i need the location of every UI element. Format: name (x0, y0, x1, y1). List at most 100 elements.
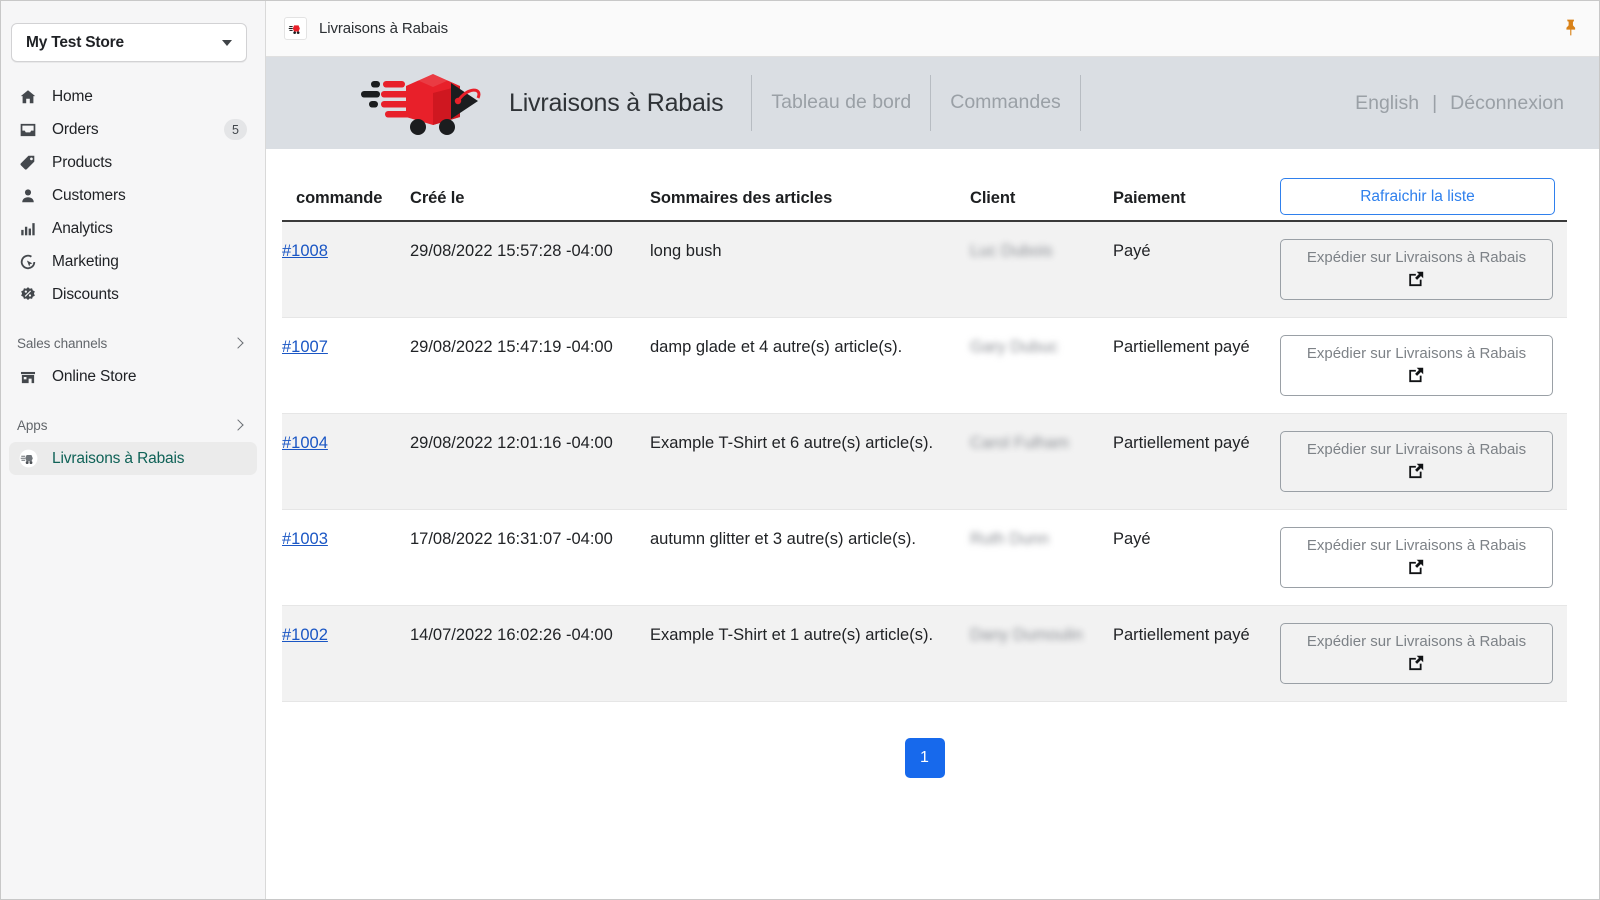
sidebar-item-label: Home (52, 87, 93, 105)
column-header-sommaires: Sommaires des articles (650, 177, 970, 222)
store-name: My Test Store (26, 33, 124, 51)
sidebar-item-products[interactable]: Products (9, 146, 257, 179)
refresh-list-button[interactable]: Rafraichir la liste (1280, 178, 1555, 215)
column-header-paiement: Paiement (1113, 177, 1280, 222)
embedded-app-bar: Livraisons à Rabais (266, 1, 1599, 57)
client-name-redacted: Luc Dubois (970, 242, 1053, 260)
cell-action: Expédier sur Livraisons à Rabais (1280, 317, 1567, 414)
pagination: 1 (282, 738, 1567, 778)
app-nav-commandes[interactable]: Commandes (930, 75, 1081, 131)
ship-order-button[interactable]: Expédier sur Livraisons à Rabais (1280, 527, 1553, 588)
store-icon (17, 366, 39, 388)
store-selector[interactable]: My Test Store (11, 23, 247, 62)
app-brand: Livraisons à Rabais (359, 67, 724, 139)
sidebar-item-home[interactable]: Home (9, 80, 257, 113)
cell-client: Carol Fulham (970, 413, 1113, 510)
app-nav: Tableau de bord Commandes (751, 75, 1081, 131)
language-switcher-link[interactable]: English (1355, 92, 1419, 115)
cell-client: Dany Dumoulin (970, 605, 1113, 702)
cell-items-summary: Example T-Shirt et 6 autre(s) article(s)… (650, 413, 970, 510)
order-link[interactable]: #1008 (282, 242, 328, 260)
sidebar-item-customers[interactable]: Customers (9, 179, 257, 212)
main-area: Livraisons à Rabais Livraisons à Rabais … (266, 1, 1599, 899)
sidebar-item-livraisons-a-rabais[interactable]: Livraisons à Rabais (9, 442, 257, 475)
ship-order-button[interactable]: Expédier sur Livraisons à Rabais (1280, 431, 1553, 492)
external-link-icon (1408, 654, 1425, 676)
orders-count-badge: 5 (224, 119, 247, 140)
sidebar-item-discounts[interactable]: Discounts (9, 278, 257, 311)
ship-order-button[interactable]: Expédier sur Livraisons à Rabais (1280, 335, 1553, 396)
external-link-icon (1408, 462, 1425, 484)
sidebar-item-marketing[interactable]: Marketing (9, 245, 257, 278)
app-nav-tableau-de-bord[interactable]: Tableau de bord (751, 75, 930, 131)
external-link-icon (1408, 558, 1425, 580)
ship-button-label: Expédier sur Livraisons à Rabais (1306, 632, 1527, 650)
external-link-icon (1408, 366, 1425, 388)
sidebar-item-label: Orders (52, 120, 99, 138)
app-window: My Test Store Home Orders 5 Products Cus… (0, 0, 1600, 900)
cell-created-at: 29/08/2022 15:57:28 -04:00 (410, 221, 650, 318)
pagination-page-1-button[interactable]: 1 (904, 738, 945, 778)
section-label: Sales channels (17, 335, 108, 351)
app-header-right: English | Déconnexion (1355, 92, 1569, 115)
client-name-redacted: Gary Dubuc (970, 338, 1059, 356)
sidebar-item-label: Online Store (52, 367, 137, 385)
sidebar-item-label: Analytics (52, 219, 113, 237)
analytics-icon (17, 218, 39, 240)
app-brand-name: Livraisons à Rabais (509, 88, 724, 117)
sidebar-item-analytics[interactable]: Analytics (9, 212, 257, 245)
cell-items-summary: damp glade et 4 autre(s) article(s). (650, 317, 970, 414)
table-row: #1003 17/08/2022 16:31:07 -04:00 autumn … (282, 509, 1567, 606)
sidebar-item-label: Products (52, 153, 112, 171)
logout-link[interactable]: Déconnexion (1450, 92, 1564, 115)
sidebar: My Test Store Home Orders 5 Products Cus… (1, 1, 266, 899)
ship-button-label: Expédier sur Livraisons à Rabais (1306, 248, 1527, 266)
cell-payment-status: Partiellement payé (1113, 317, 1280, 414)
ship-order-button[interactable]: Expédier sur Livraisons à Rabais (1280, 623, 1553, 684)
primary-nav: Home Orders 5 Products Customers Analyti… (1, 76, 265, 475)
chevron-right-icon (232, 419, 244, 431)
cell-action: Expédier sur Livraisons à Rabais (1280, 509, 1567, 606)
order-link[interactable]: #1004 (282, 434, 328, 452)
cell-created-at: 14/07/2022 16:02:26 -04:00 (410, 605, 650, 702)
table-header-row: commande Créé le Sommaires des articles … (282, 177, 1567, 222)
cell-items-summary: Example T-Shirt et 1 autre(s) article(s)… (650, 605, 970, 702)
cell-order-number: #1003 (282, 509, 410, 606)
ship-order-button[interactable]: Expédier sur Livraisons à Rabais (1280, 239, 1553, 300)
sidebar-item-label: Marketing (52, 252, 119, 270)
cell-action: Expédier sur Livraisons à Rabais (1280, 413, 1567, 510)
column-header-actions: Rafraichir la liste (1280, 177, 1567, 222)
cell-created-at: 17/08/2022 16:31:07 -04:00 (410, 509, 650, 606)
home-icon (17, 86, 39, 108)
chevron-down-icon (222, 39, 232, 46)
cell-action: Expédier sur Livraisons à Rabais (1280, 605, 1567, 702)
table-row: #1008 29/08/2022 15:57:28 -04:00 long bu… (282, 221, 1567, 318)
cell-order-number: #1002 (282, 605, 410, 702)
sidebar-item-label: Customers (52, 186, 126, 204)
cell-items-summary: autumn glitter et 3 autre(s) article(s). (650, 509, 970, 606)
cell-payment-status: Partiellement payé (1113, 605, 1280, 702)
order-link[interactable]: #1002 (282, 626, 328, 644)
client-name-redacted: Ruth Dunn (970, 530, 1049, 548)
cell-payment-status: Payé (1113, 221, 1280, 318)
order-link[interactable]: #1007 (282, 338, 328, 356)
sidebar-item-online-store[interactable]: Online Store (9, 360, 257, 393)
section-label: Apps (17, 417, 48, 433)
app-favicon-icon (284, 17, 307, 40)
external-link-icon (1408, 270, 1425, 292)
cell-order-number: #1007 (282, 317, 410, 414)
order-link[interactable]: #1003 (282, 530, 328, 548)
pin-icon[interactable] (1562, 18, 1579, 40)
cell-created-at: 29/08/2022 12:01:16 -04:00 (410, 413, 650, 510)
sidebar-section-apps[interactable]: Apps (9, 410, 257, 440)
app-bar-left: Livraisons à Rabais (284, 17, 448, 40)
delivery-box-logo-icon (359, 67, 483, 139)
chevron-right-icon (232, 337, 244, 349)
column-header-commande: commande (282, 177, 410, 222)
table-row: #1004 29/08/2022 12:01:16 -04:00 Example… (282, 413, 1567, 510)
sidebar-section-sales-channels[interactable]: Sales channels (9, 328, 257, 358)
sidebar-item-orders[interactable]: Orders 5 (9, 113, 257, 146)
client-name-redacted: Dany Dumoulin (970, 626, 1083, 644)
app-bar-title: Livraisons à Rabais (319, 20, 448, 37)
marketing-icon (17, 251, 39, 273)
